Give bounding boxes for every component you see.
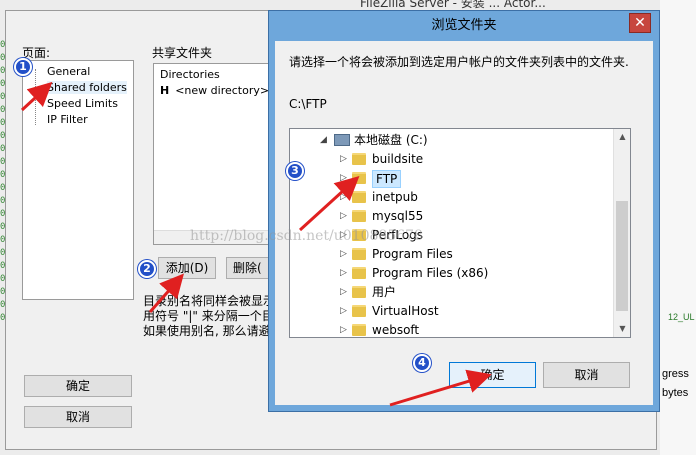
arrow-1 — [20, 81, 53, 112]
arrow-2 — [148, 273, 184, 313]
step-badge-2: 2 — [138, 260, 156, 278]
step-badge-4: 4 — [413, 354, 431, 372]
annotation-arrows — [20, 81, 492, 407]
step-badge-3: 3 — [286, 162, 304, 180]
step-badge-1: 1 — [14, 58, 32, 76]
arrow-3 — [298, 175, 360, 232]
arrow-4 — [389, 369, 492, 407]
